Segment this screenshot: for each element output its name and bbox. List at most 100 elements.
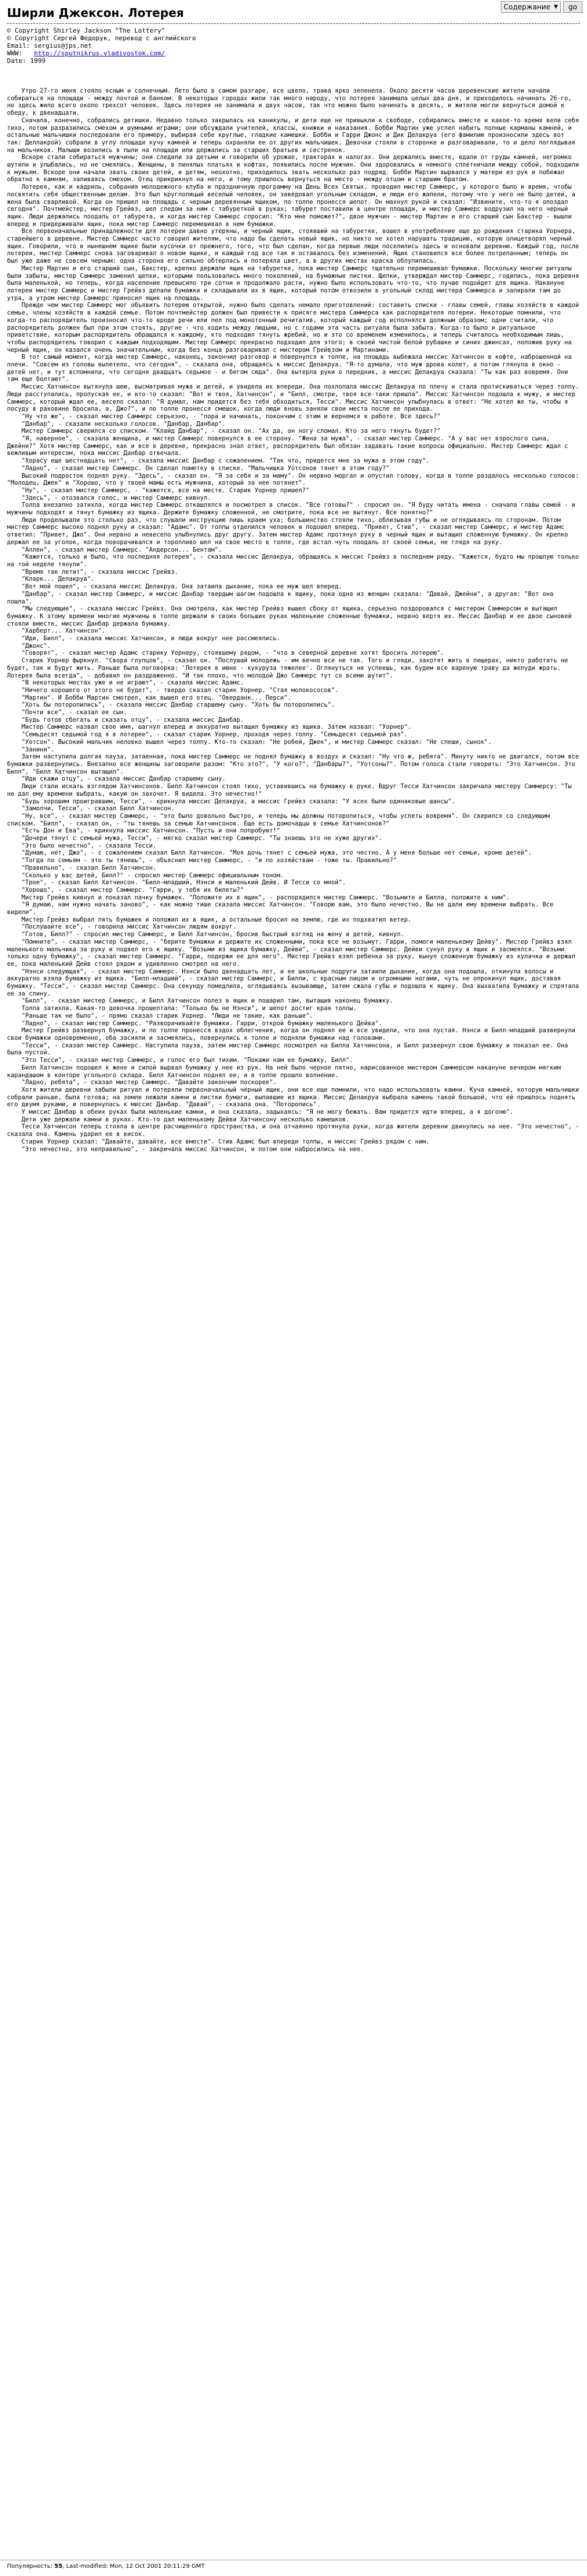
paragraph: Сначала, конечно, собрались детишки. Нед…	[7, 117, 579, 154]
navigation-bar: Содержание ▼ go	[500, 0, 582, 14]
paragraph: Люди проделывали это столько раз, что сл…	[7, 516, 568, 546]
paragraph: "Послушайте все", - говорила миссис Хатч…	[22, 923, 237, 931]
paragraph: "Занини".	[22, 746, 55, 753]
paragraph: Толпа затихла. Какая-то девочка прошепта…	[22, 1005, 357, 1012]
paragraph: "Я, наверное", - сказала женщина, и мист…	[7, 435, 568, 457]
paragraph: "Данбар", - сказал мистер Саммерс, и мис…	[7, 590, 554, 605]
date-value: 1999	[30, 57, 46, 65]
paragraph: Толпа внезапно затихла, когда мистер Сам…	[7, 502, 575, 517]
paragraph: "Тесси", - сказал мистер Саммерс. Наступ…	[7, 1042, 568, 1057]
paragraph: "Семьдесят седьмой год я в лотерее", - с…	[22, 731, 408, 739]
paragraph: Мистер Грейвз развернул бумажку, и по то…	[7, 1027, 575, 1042]
title-divider	[7, 23, 580, 24]
paragraph: "Трое", - сказал Билл Хатчинсон. "Билл-м…	[22, 879, 346, 887]
paragraph: "Данбар", - сказали несколько голосов. "…	[22, 420, 226, 428]
paragraph: "Время так летит", - сказала миссис Грей…	[22, 568, 179, 576]
copyright-author: © Copyright Shirley Jackson "The Lottery…	[7, 27, 165, 34]
paragraph: "Почти все", - сказал ее сын.	[22, 709, 128, 717]
paragraph: "Помните", - сказал мистер Саммерс, - "б…	[7, 938, 575, 968]
paragraph: Миссис Хатчинсон вытянула шею, высматрив…	[7, 383, 579, 413]
paragraph: "Харберт... Хатчинсон".	[22, 627, 105, 635]
paragraph: Билл Хатчинсон подошел к жене и силой вы…	[7, 1064, 561, 1079]
email-value: sergius@jps.net	[34, 42, 92, 50]
paragraph: "Это было нечестно", - сказала Тесси.	[22, 842, 157, 849]
copyright-block: © Copyright Shirley Jackson "The Lottery…	[7, 27, 196, 65]
paragraph: "Здесь", - отозвался голос, и мистер Сам…	[22, 494, 211, 502]
contents-select-label: Содержание	[503, 3, 551, 11]
paragraph: "Иди, Билл", - сказала миссис Хатчинсон,…	[22, 635, 281, 643]
paragraph: Прежде чем мистер Саммерс мог объявить л…	[7, 302, 579, 354]
paragraph: "Сколько у вас детей, Билл?" - спросил м…	[22, 871, 284, 879]
paragraph: Старик Уорнер фыркнул. "Свора глупцов", …	[7, 657, 568, 679]
paragraph: Мистер Грейвз кивнул и показал пачку бум…	[22, 894, 510, 901]
paragraph: "Готов, Билл?" - спросил мистер Саммерс,…	[22, 931, 404, 938]
paragraph: "Ну что же", - сказал мистер Саммерс сер…	[22, 412, 441, 420]
paragraph: "Хорасу еще шестнадцать нет", - сказала …	[22, 457, 430, 465]
paragraph: "Это нечестно, это неправильно", - закри…	[22, 1145, 365, 1153]
paragraph: "Правильно", - сказал Билл Хатчинсон.	[22, 864, 157, 871]
paragraph: "Тогда по семьям - это ты тянешь", - объ…	[22, 857, 397, 864]
paragraph: Вскоре стали собираться мужчины; они сле…	[7, 154, 579, 184]
paragraph: Все первоначальные принадлежности для ло…	[7, 228, 579, 265]
paragraph: Мистер Саммерс назвал свое имя, шагнул в…	[22, 724, 412, 731]
paragraph: "Ну", - сказал мистер Саммерс, - "кажетс…	[22, 486, 310, 494]
paragraph: "Думаю, нет, Джо", - с сожалением сказал…	[22, 849, 532, 857]
paragraph: "Будь готов сбегать и сказать отцу", - с…	[22, 716, 244, 724]
page-title: Ширли Джексон. Лотерея	[7, 6, 184, 20]
date-label: Date:	[7, 57, 27, 65]
paragraph: "Джонс".	[22, 642, 51, 650]
go-button[interactable]: go	[563, 1, 582, 13]
paragraph: Тесси Хатчинсон теперь стояла в центре р…	[7, 1123, 579, 1138]
paragraph: Люди стали искать взглядом Хатчинсонов. …	[7, 783, 572, 797]
page-footer: Популярность: 55, Last-modified: Mon, 12…	[7, 2563, 205, 2570]
paragraph: "В некоторых местах уже и не играют", - …	[22, 679, 244, 687]
paragraph: Мистер Саммерс сверился со списком. "Кла…	[22, 428, 441, 435]
story-text: Утро 27-го июня стояло ясным и солнечным…	[7, 87, 580, 2549]
paragraph: Утро 27-го июня стояло ясным и солнечным…	[7, 87, 572, 117]
paragraph: "Ладно", - сказал мистер Саммерс. Он сде…	[22, 464, 390, 472]
paragraph: "Кларк... Делакруа".	[22, 576, 95, 583]
paragraph: Старик Уорнер сказал: "Давайте, давайте,…	[22, 1138, 430, 1145]
paragraph: "Ладно, ребята", - сказал мистер Саммерс…	[22, 1079, 277, 1086]
paragraph: Хотя жители деревни забыли ритуал и поте…	[7, 1086, 579, 1109]
paragraph: "Кажется, только и было, что последняя л…	[7, 553, 579, 568]
paragraph: "Уотсон". Высокий мальчик неловко вышел …	[22, 738, 492, 746]
paragraph: Дети уже держали камни в руках. Кто-то д…	[22, 1116, 350, 1123]
paragraph: "Раньше так не было", - прямо сказал ста…	[22, 1012, 313, 1019]
paragraph: "Дочери тянут с семьей мужа, Тесси", - м…	[22, 835, 383, 842]
paragraph: "Ладно", - сказал мистер Саммерс. "Разво…	[22, 1019, 383, 1027]
paragraph: "Нэнси следующая", - сказал мистер Самме…	[7, 968, 579, 997]
paragraph: "Говорят", - сказал мистер Адамс старику…	[22, 650, 444, 657]
paragraph: "Ну, все", - сказал мистер Саммерс, - "э…	[7, 812, 550, 827]
paragraph: "Будь хорошим проигравшим, Тесси", - кри…	[22, 797, 455, 805]
chevron-down-icon: ▼	[554, 4, 558, 10]
popularity-label: Популярность:	[7, 2563, 53, 2570]
www-label: WWW:	[7, 50, 23, 57]
paragraph: "Хоть бы поторопились", - сказала миссис…	[22, 701, 335, 709]
contents-select[interactable]: Содержание ▼	[500, 1, 561, 13]
paragraph: "Замолчи, Тесси", - сказал Билл Хатчинсо…	[22, 805, 175, 813]
email-label: Email:	[7, 42, 30, 50]
last-modified: Last-modified: Mon, 12 Oct 2001 20:11:29…	[66, 2563, 205, 2570]
paragraph: Мистер Мартин и его старший сын, Бакстер…	[7, 264, 579, 302]
paragraph: "Вот мой пошел", - сказала миссис Делакр…	[22, 583, 342, 591]
paragraph: "Хорошо", - сказал мистер Саммерс. "Гарр…	[22, 886, 244, 894]
paragraph: Лотерея, как и кадриль, собрания молодеж…	[7, 184, 575, 228]
paragraph: "Есть Дон и Ева", - крикнула миссис Хатч…	[22, 827, 281, 835]
paragraph: "Я думаю, нам нужно начать заново", - ка…	[7, 901, 554, 916]
paragraph: "Ничего хорошего от этого не будет", - т…	[22, 686, 339, 694]
paragraph: Мистер Грейвз выбрал пять бумажек и поло…	[22, 916, 412, 923]
paragraph: Затем наступила долгая пауза, затаенная,…	[7, 753, 579, 775]
copyright-translator: © Copyright Сергей Федорук, перевод с ан…	[7, 34, 196, 42]
paragraph: "Иди скажи отцу", - сказала миссис Данба…	[22, 775, 226, 783]
paragraph: "Аллен", - сказал мистер Саммерс. "Андер…	[22, 546, 222, 553]
paragraph: "Это Тесси", - сказал мистер Саммерс, и …	[22, 1057, 353, 1064]
paragraph: Высокий подросток поднял руку. "Здесь", …	[7, 472, 579, 487]
paragraph: "Мы следующие", - сказала миссис Грейвз.…	[7, 605, 572, 627]
www-link[interactable]: http://sputnikrus.vladivostok.com/	[34, 50, 165, 57]
paragraph: "Мартин". И Бобби Мартин смотрел, как вы…	[22, 694, 291, 701]
paragraph: У миссис Данбар в обеих руках были мален…	[22, 1109, 514, 1116]
paragraph: "Билл", - сказал мистер Саммерс, и Билл …	[22, 997, 394, 1005]
popularity-value: 55	[54, 2563, 63, 2570]
paragraph: В тот самый момент, когда мистер Саммерс…	[7, 354, 572, 383]
